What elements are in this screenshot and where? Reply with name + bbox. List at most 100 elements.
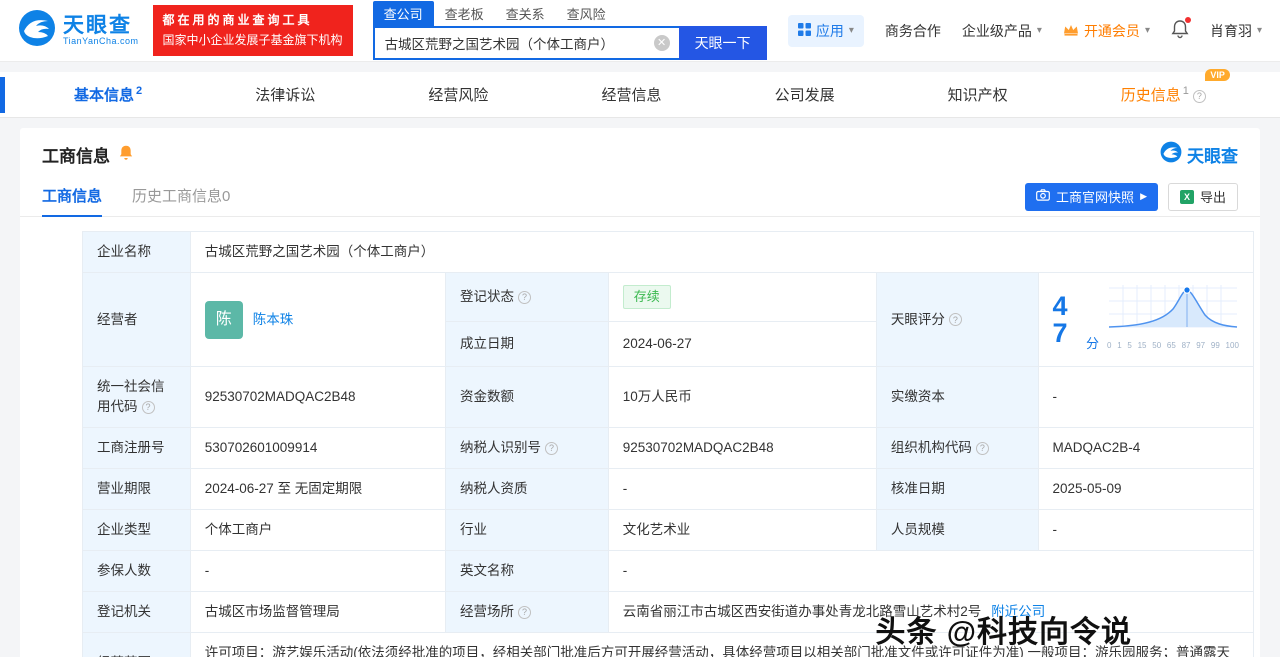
tab-basic-info[interactable]: 基本信息 2 xyxy=(74,84,142,105)
company-section-tabs: 基本信息 2 法律诉讼 经营风险 经营信息 公司发展 知识产权 VIP 历史信息 1… xyxy=(0,69,1280,118)
section-title: 工商信息 xyxy=(42,147,110,166)
score-value: 47 xyxy=(1052,290,1068,348)
excel-icon: X xyxy=(1179,189,1194,204)
export-button[interactable]: X 导出 xyxy=(1167,182,1238,211)
nav-business-cooperation[interactable]: 商务合作 xyxy=(885,21,941,41)
capital-label: 资金数额 xyxy=(444,366,609,428)
nav-open-vip[interactable]: 开通会员 ▾ xyxy=(1063,21,1150,41)
apps-menu[interactable]: 应用 ▾ xyxy=(787,14,864,47)
apps-grid-icon xyxy=(797,22,811,39)
paid-capital-value: - xyxy=(1037,366,1254,428)
row-business-term: 营业期限 2024-06-27 至 无固定期限 纳税人资质 - 核准日期 202… xyxy=(82,468,1254,510)
premises-address: 云南省丽江市古城区西安街道办事处青龙北路雪山艺术村2号 xyxy=(622,604,982,619)
top-header: 天眼查 TianYanCha.com 都在用的商业查询工具 国家中小企业发展子基… xyxy=(0,0,1280,62)
registration-status-label-text: 登记状态 xyxy=(459,289,514,305)
subtabs-row: 工商信息 历史工商信息0 工商官网快照 ▶ X 导出 xyxy=(20,177,1260,217)
established-label: 成立日期 xyxy=(444,321,609,367)
apps-label: 应用 xyxy=(815,22,844,39)
premises-value: 云南省丽江市古城区西安街道办事处青龙北路雪山艺术村2号 附近公司 xyxy=(607,591,1255,633)
capital-value: 10万人民币 xyxy=(607,366,877,428)
approval-date-label: 核准日期 xyxy=(875,468,1039,510)
tab-legal[interactable]: 法律诉讼 xyxy=(255,84,315,105)
user-menu[interactable]: 肖育羽 ▾ xyxy=(1210,21,1262,41)
score-unit: 分 xyxy=(1085,336,1099,351)
open-vip-label: 开通会员 xyxy=(1083,22,1140,39)
row-operator-status: 经营者 陈 陈本珠 登记状态? 存续 天眼评分? 47 分 0 1 5 15 5… xyxy=(82,271,1254,367)
help-icon[interactable]: ? xyxy=(975,441,989,455)
company-type-value: 个体工商户 xyxy=(189,509,446,551)
nav-enterprise-products[interactable]: 企业级产品 ▾ xyxy=(962,21,1042,41)
row-business-scope: 经营范围 许可项目：游艺娱乐活动(依法须经批准的项目，经相关部门批准后方可开展经… xyxy=(82,632,1255,657)
tab-operating-risk[interactable]: 经营风险 xyxy=(428,84,488,105)
search-tab-relation[interactable]: 查关系 xyxy=(495,1,556,26)
tab-history-info-label: 历史信息 xyxy=(1120,87,1181,104)
info-table-wrap: 企业名称 古城区荒野之国艺术园（个体工商户） 经营者 陈 陈本珠 登记状态? 存… xyxy=(20,217,1260,657)
staff-size-label: 人员规模 xyxy=(875,509,1039,551)
nearby-companies-link[interactable]: 附近公司 xyxy=(991,604,1045,619)
enterprise-products-label: 企业级产品 xyxy=(961,22,1032,39)
tianyancha-logo[interactable]: 天眼查 TianYanCha.com xyxy=(18,9,139,52)
subscribe-bell-icon[interactable] xyxy=(118,144,134,166)
search-block: 查公司 查老板 查关系 查风险 ✕ 天眼一下 xyxy=(372,1,767,60)
tianyancha-mini-icon xyxy=(1160,141,1182,168)
english-name-label: 英文名称 xyxy=(444,550,609,592)
logo-title: 天眼查 xyxy=(63,14,132,37)
registration-authority-value: 古城区市场监督管理局 xyxy=(189,591,446,633)
taxpayer-id-value: 92530702MADQAC2B48 xyxy=(607,427,877,469)
registration-authority-label: 登记机关 xyxy=(82,591,191,633)
subtab-business-info[interactable]: 工商信息 xyxy=(42,177,103,217)
staff-size-value: - xyxy=(1037,509,1254,551)
clear-search-icon[interactable]: ✕ xyxy=(653,35,670,51)
reg-number-label: 工商注册号 xyxy=(82,427,191,469)
operator-name-link[interactable]: 陈本珠 xyxy=(253,310,294,330)
tab-intellectual-property[interactable]: 知识产权 xyxy=(948,84,1008,105)
chevron-down-icon: ▾ xyxy=(1036,25,1042,36)
taxpayer-id-label: 纳税人识别号? xyxy=(444,427,609,469)
username: 肖育羽 xyxy=(1209,22,1252,39)
vip-tag: VIP xyxy=(1205,69,1230,81)
insured-count-value: - xyxy=(189,550,446,592)
logo-subtitle: TianYanCha.com xyxy=(63,36,139,47)
premises-label: 经营场所? xyxy=(444,591,609,633)
help-icon[interactable]: ? xyxy=(517,290,531,304)
chevron-down-icon: ▾ xyxy=(1144,25,1150,36)
official-snapshot-button[interactable]: 工商官网快照 ▶ xyxy=(1025,182,1158,211)
reg-number-value: 530702601009914 xyxy=(189,427,446,469)
search-button[interactable]: 天眼一下 xyxy=(678,26,767,60)
operator-avatar[interactable]: 陈 xyxy=(204,300,243,339)
tab-company-development[interactable]: 公司发展 xyxy=(775,84,835,105)
org-code-label-text: 组织机构代码 xyxy=(890,440,972,455)
tab-history-info-count: 1 xyxy=(1182,85,1189,97)
business-scope-label: 经营范围 xyxy=(82,632,191,657)
search-input[interactable] xyxy=(372,26,679,60)
credit-code-label: 统一社会信用代码? xyxy=(82,366,191,428)
score-cell: 47 分 0 1 5 15 50 65 87 97 99 100 xyxy=(1037,272,1254,367)
camera-icon xyxy=(1036,189,1050,204)
notification-dot xyxy=(1184,17,1191,23)
credit-code-value: 92530702MADQAC2B48 xyxy=(189,366,446,428)
brand-name: 天眼查 xyxy=(1187,147,1238,166)
search-tab-company[interactable]: 查公司 xyxy=(372,1,434,26)
premises-label-text: 经营场所 xyxy=(459,604,514,619)
help-icon[interactable]: ? xyxy=(141,400,155,414)
search-tab-boss[interactable]: 查老板 xyxy=(434,1,495,26)
help-icon[interactable]: ? xyxy=(517,605,531,619)
row-company-name: 企业名称 古城区荒野之国艺术园（个体工商户） xyxy=(82,231,1255,273)
help-icon[interactable]: ? xyxy=(948,313,962,326)
search-tab-risk[interactable]: 查风险 xyxy=(556,1,617,26)
help-icon[interactable]: ? xyxy=(1192,89,1206,103)
taxpayer-id-label-text: 纳税人识别号 xyxy=(459,440,541,455)
export-label: 导出 xyxy=(1199,190,1226,205)
tab-operating-info[interactable]: 经营信息 xyxy=(601,84,661,105)
paid-capital-label: 实缴资本 xyxy=(875,366,1039,428)
notification-bell-icon[interactable] xyxy=(1171,17,1191,42)
subtab-history-business-info[interactable]: 历史工商信息0 xyxy=(132,177,230,217)
row-registry: 登记机关 古城区市场监督管理局 经营场所? 云南省丽江市古城区西安街道办事处青龙… xyxy=(82,591,1255,633)
help-icon[interactable]: ? xyxy=(544,441,558,455)
chevron-down-icon: ▾ xyxy=(1256,25,1262,36)
score-label-text: 天眼评分 xyxy=(890,311,945,327)
insured-count-label: 参保人数 xyxy=(82,550,191,592)
tab-history-info[interactable]: VIP 历史信息 1? xyxy=(1120,69,1230,105)
row-company-type: 企业类型 个体工商户 行业 文化艺术业 人员规模 - xyxy=(82,509,1254,551)
org-code-value: MADQAC2B-4 xyxy=(1037,427,1254,469)
